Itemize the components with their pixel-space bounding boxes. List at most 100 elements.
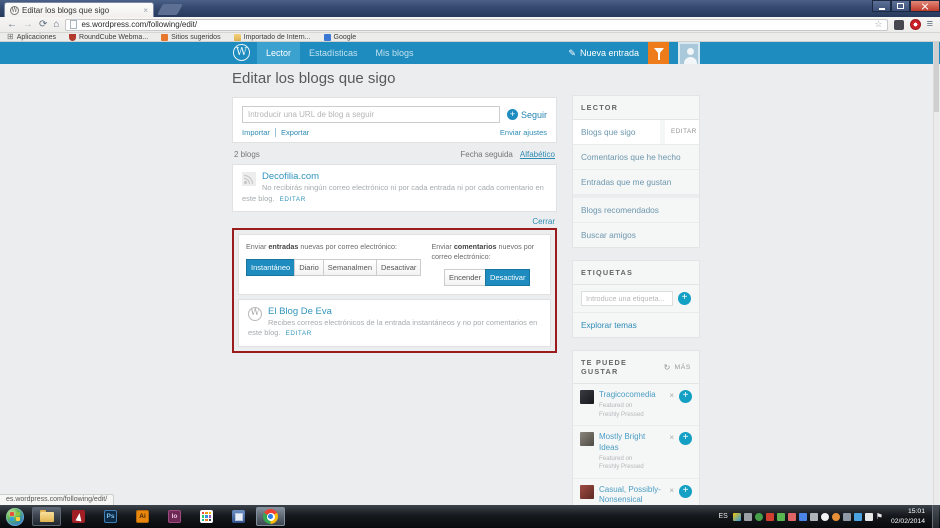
comments-label-bold: comentarios (454, 242, 497, 251)
action-center-flag-icon[interactable]: ⚑ (876, 513, 883, 521)
blog-link[interactable]: Decofilia.com (242, 171, 547, 182)
folder-icon (234, 34, 241, 41)
clock-date: 02/02/2014 (891, 518, 925, 525)
bookmark-sitios[interactable]: Sitios sugeridos (161, 34, 220, 41)
home-button[interactable]: ⌂ (53, 20, 59, 30)
follow-suggestion-button[interactable]: + (679, 432, 692, 445)
tray-icon[interactable] (799, 513, 807, 521)
page-scrollbar[interactable] (933, 42, 939, 505)
browser-tab[interactable]: W Editar los blogs que sigo × (4, 2, 154, 17)
reload-button[interactable]: ⟳ (39, 20, 47, 30)
notifications-button[interactable] (648, 42, 669, 64)
window-maximize-button[interactable] (891, 0, 910, 12)
explore-topics-link[interactable]: Explorar temas (573, 313, 699, 337)
refresh-icon[interactable]: ↻ (664, 363, 672, 372)
highlight-red-box: Enviar entradas nuevas por correo electr… (232, 228, 557, 353)
suggestion-blog-link[interactable]: Tragicocomedia (599, 390, 664, 400)
option-semanalmente-button[interactable]: Semanalmen (323, 259, 377, 276)
sidebar-item-blogs-recomendados[interactable]: Blogs recomendados (573, 195, 699, 223)
export-link[interactable]: Exportar (275, 128, 309, 137)
new-tab-button[interactable] (157, 4, 183, 15)
chrome-menu-icon[interactable]: ≡ (927, 19, 933, 30)
option-encender-button[interactable]: Encender (444, 269, 486, 286)
tray-icon[interactable] (843, 513, 851, 521)
suggestion-blog-link[interactable]: Mostly Bright Ideas (599, 432, 664, 453)
tray-icon[interactable] (821, 513, 829, 521)
more-link[interactable]: MÁS (674, 364, 691, 371)
blog-edit-link[interactable]: EDITAR (286, 330, 312, 337)
follow-url-input[interactable] (242, 106, 500, 123)
bookmark-importado[interactable]: Importado de Intern... (234, 34, 311, 41)
tray-icon[interactable] (777, 513, 785, 521)
tray-icon[interactable] (865, 513, 873, 521)
tray-icon[interactable] (755, 513, 763, 521)
follow-button[interactable]: + Seguir (507, 109, 547, 120)
blog-link[interactable]: El Blog De Eva (248, 306, 541, 317)
address-bar[interactable]: es.wordpress.com/following/edit/ ☆ (65, 19, 887, 31)
taskbar-acrobat-button[interactable] (64, 507, 93, 526)
email-comments-column: Enviar comentarios nuevos por correo ele… (431, 242, 543, 285)
new-post-button[interactable]: ✎ Nueva entrada (568, 48, 639, 59)
nav-mis-blogs[interactable]: Mis blogs (367, 42, 423, 64)
tray-icon[interactable] (788, 513, 796, 521)
import-link[interactable]: Importar (242, 128, 270, 137)
sort-alphabetical-link[interactable]: Alfabético (520, 150, 555, 159)
sidebar-item-comentarios[interactable]: Comentarios que he hecho (573, 145, 699, 170)
browser-titlebar: W Editar los blogs que sigo × (0, 0, 940, 17)
option-instantaneo-button[interactable]: Instantáneo (246, 259, 295, 276)
sidebar-item-buscar-amigos[interactable]: Buscar amigos (573, 223, 699, 247)
bookmark-roundcube[interactable]: RoundCube Webma... (69, 34, 148, 41)
wordpress-logo-icon[interactable]: W (233, 44, 250, 61)
photoshop-icon: Ps (104, 510, 117, 523)
sort-date-label: Fecha seguida (460, 150, 512, 159)
forward-button[interactable]: → (23, 20, 33, 30)
extension-icon[interactable] (894, 20, 904, 30)
new-post-label: Nueva entrada (580, 48, 639, 58)
taskbar-moviemaker-button[interactable] (224, 507, 253, 526)
window-minimize-button[interactable] (872, 0, 891, 12)
dismiss-icon[interactable]: × (669, 486, 674, 495)
back-button[interactable]: ← (7, 20, 17, 30)
tray-icon[interactable] (832, 513, 840, 521)
nav-estadisticas[interactable]: Estadísticas (300, 42, 367, 64)
option-diario-button[interactable]: Diario (294, 259, 324, 276)
dismiss-icon[interactable]: × (669, 391, 674, 400)
follow-suggestion-button[interactable]: + (679, 390, 692, 403)
tray-icon[interactable] (766, 513, 774, 521)
tray-icon[interactable] (810, 513, 818, 521)
sidebar-item-blogs-que-sigo[interactable]: Blogs que sigo EDITAR (573, 120, 699, 145)
option-desactivar-posts-button[interactable]: Desactivar (376, 259, 421, 276)
taskbar-clock[interactable]: 15:01 02/02/2014 (891, 507, 925, 525)
taskbar-illustrator-button[interactable]: Ai (128, 507, 157, 526)
start-button[interactable] (6, 508, 24, 526)
nav-lector[interactable]: Lector (257, 42, 300, 64)
sidebar-editar-button[interactable]: EDITAR (665, 120, 699, 144)
add-tag-button[interactable]: + (678, 292, 691, 305)
tray-icon[interactable] (733, 513, 741, 521)
window-close-button[interactable] (910, 0, 940, 12)
send-settings-link[interactable]: Enviar ajustes (500, 128, 547, 137)
option-desactivar-comments-button[interactable]: Desactivar (485, 269, 530, 286)
show-desktop-button[interactable] (932, 505, 939, 528)
bookmark-label: Aplicaciones (17, 34, 56, 41)
language-indicator[interactable]: ES (718, 513, 727, 520)
taskbar-chrome-button[interactable] (256, 507, 285, 526)
tag-input[interactable] (581, 291, 673, 306)
bookmark-star-icon[interactable]: ☆ (875, 19, 883, 30)
dismiss-icon[interactable]: × (669, 433, 674, 442)
blog-edit-link[interactable]: EDITAR (280, 196, 306, 203)
taskbar-explorer-button[interactable] (32, 507, 61, 526)
extension-icon[interactable] (910, 19, 921, 30)
bookmark-google[interactable]: Google (324, 34, 357, 41)
follow-suggestion-button[interactable]: + (679, 485, 692, 498)
avatar[interactable] (678, 42, 700, 64)
tab-close-icon[interactable]: × (143, 6, 148, 15)
taskbar-indesign-button[interactable]: Io (160, 507, 189, 526)
tray-icon[interactable] (854, 513, 862, 521)
close-settings-link[interactable]: Cerrar (532, 217, 555, 226)
sidebar-item-entradas-gustan[interactable]: Entradas que me gustan (573, 170, 699, 195)
bookmark-apps[interactable]: ⊞ Aplicaciones (7, 33, 56, 41)
tray-icon[interactable] (744, 513, 752, 521)
taskbar-gallery-button[interactable] (192, 507, 221, 526)
taskbar-photoshop-button[interactable]: Ps (96, 507, 125, 526)
